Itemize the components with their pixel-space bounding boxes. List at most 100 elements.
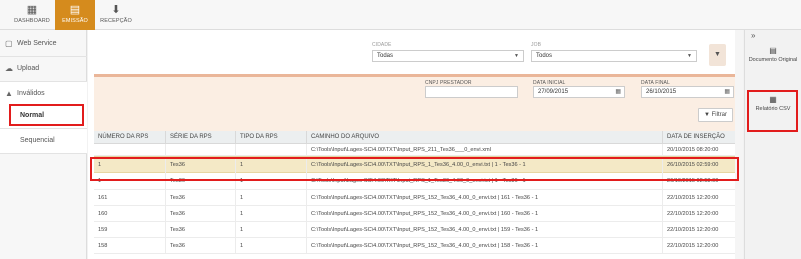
nav-emissao-label: EMISSÃO	[62, 18, 88, 24]
sidebar-item-web-service[interactable]: ▢ Web Service	[0, 32, 87, 56]
job-select[interactable]: Todos ▼	[531, 50, 697, 62]
relatorio-csv-button[interactable]: ▦ Relatório CSV	[748, 96, 798, 113]
table-cell	[94, 144, 166, 156]
data-final-input[interactable]: 26/10/2015 ▦	[641, 86, 734, 98]
table-cell: 22/10/2015 12:20:00	[667, 195, 719, 201]
sidebar: ▢ Web Service ☁ Upload ▲ Inválidos Norma…	[0, 30, 87, 259]
table-cell: 1	[236, 206, 307, 222]
table-cell: Tes36	[166, 222, 236, 238]
table-cell: 159	[94, 222, 166, 238]
filter-toggle-button[interactable]: ▼	[709, 44, 726, 66]
column-header[interactable]: CAMINHO DO ARQUIVO	[307, 131, 663, 144]
file-icon: ▢	[5, 39, 13, 48]
table-cell: C:\Tools\Input\Lages-SC\4.00\TXT\Input_R…	[307, 144, 663, 156]
calendar-icon[interactable]: ▦	[724, 87, 730, 97]
documento-original-button[interactable]: ▤ Documento Original	[748, 47, 798, 64]
table-row[interactable]: 1 Tes36 1 C:\Tools\Input\Lages-SC\4.00\TXT\…	[94, 173, 736, 190]
table-cell: 20/10/2015 08:20:00	[667, 147, 719, 153]
table-cell: Tes36	[166, 238, 236, 254]
sidebar-item-label: Web Service	[17, 40, 57, 47]
nav-recepcao[interactable]: ⬇ RECEPÇÃO	[96, 0, 136, 30]
table-cell: 1	[236, 222, 307, 238]
table-cell: Tes36	[166, 206, 236, 222]
document-icon: ▤	[69, 4, 81, 16]
scrollbar[interactable]	[735, 30, 743, 259]
filter-icon: ▼	[714, 51, 721, 58]
table-row-selected[interactable]: 1 Tes36 1 C:\Tools\Input\Lages-SC\4.00\TXT\…	[94, 156, 736, 174]
job-select-value: Todos	[536, 53, 553, 59]
warning-icon: ▲	[5, 89, 13, 98]
table-header: NÚMERO DA RPS SÉRIE DA RPS TIPO DA RPS C…	[94, 131, 736, 144]
nav-dashboard[interactable]: ▦ DASHBOARD	[10, 0, 54, 30]
table-cell: 22/10/2015 12:20:00	[667, 227, 719, 233]
table-cell: Tes36	[166, 157, 236, 174]
document-icon: ▤	[769, 46, 777, 55]
table-cell: C:\Tools\Input\Lages-SC\4.00\TXT\Input_R…	[307, 222, 663, 238]
documento-original-label: Documento Original	[748, 57, 798, 63]
table-cell: 161	[94, 190, 166, 206]
sidebar-item-upload[interactable]: ☁ Upload	[0, 57, 87, 81]
table-cell: 26/10/2015 02:58:00	[667, 178, 719, 184]
upload-icon: ☁	[5, 64, 13, 73]
sidebar-subitem-normal[interactable]: Normal	[0, 104, 87, 128]
table-cell: 26/10/2015 02:59:00	[667, 162, 719, 168]
chevron-down-icon: ▼	[514, 53, 519, 59]
job-label: JOB	[531, 42, 542, 48]
table-cell: 160	[94, 206, 166, 222]
table-cell	[236, 144, 307, 156]
table-cell: C:\Tools\Input\Lages-SC\4.00\TXT\Input_R…	[307, 206, 663, 222]
collapse-icon[interactable]: »	[751, 31, 755, 40]
table-cell: 1	[236, 190, 307, 206]
table-cell: Tes36	[166, 190, 236, 206]
table-cell: 1	[94, 173, 166, 190]
right-panel: » ▤ Documento Original ▦ Relatório CSV	[744, 30, 801, 259]
cidade-label: CIDADE	[372, 42, 392, 48]
filter-panel: CNPJ PRESTADOR DATA INICIAL 27/09/2015 ▦…	[94, 74, 736, 131]
table-cell: C:\Tools\Input\Lages-SC\4.00\TXT\Input_R…	[307, 157, 663, 174]
data-inicial-value: 27/09/2015	[538, 89, 569, 95]
column-header[interactable]: SÉRIE DA RPS	[166, 131, 236, 144]
cidade-select[interactable]: Todas ▼	[372, 50, 524, 62]
main-content: CIDADE Todas ▼ JOB Todos ▼ ▼ CNPJ PRESTA…	[88, 30, 743, 259]
sidebar-item-invalidos[interactable]: ▲ Inválidos	[0, 82, 87, 106]
data-final-value: 26/10/2015	[646, 89, 677, 95]
data-inicial-input[interactable]: 27/09/2015 ▦	[533, 86, 625, 98]
sidebar-item-label: Upload	[17, 65, 40, 72]
relatorio-csv-label: Relatório CSV	[755, 106, 791, 112]
table-row[interactable]: 161 Tes36 1 C:\Tools\Input\Lages-SC\4.00\TX…	[94, 190, 736, 206]
nav-recepcao-label: RECEPÇÃO	[100, 18, 132, 24]
sidebar-subitem-sequencial[interactable]: Sequencial	[0, 129, 87, 153]
table-cell: Tes36	[166, 173, 236, 190]
cidade-select-value: Todas	[377, 53, 394, 59]
table-cell: 158	[94, 238, 166, 254]
cnpj-input[interactable]	[425, 86, 518, 98]
table-row[interactable]: 158 Tes36 1 C:\Tools\Input\Lages-SC\4.00\TX…	[94, 238, 736, 254]
sidebar-item-label: Inválidos	[17, 90, 45, 97]
sidebar-subitem-label: Normal	[20, 112, 45, 119]
chevron-down-icon: ▼	[687, 53, 692, 59]
calendar-icon[interactable]: ▦	[615, 87, 621, 97]
filter-icon: ▼	[704, 112, 712, 118]
dashboard-icon: ▦	[26, 4, 38, 16]
filtrar-label: Filtrar	[711, 112, 727, 118]
sidebar-divider	[0, 153, 87, 154]
download-icon: ⬇	[111, 4, 121, 16]
table-cell: C:\Tools\Input\Lages-SC\4.00\TXT\Input_R…	[307, 190, 663, 206]
table-cell: 1	[94, 157, 166, 174]
table-cell: C:\Tools\Input\Lages-SC\4.00\TXT\Input_R…	[307, 238, 663, 254]
table-cell: 22/10/2015 12:20:00	[667, 243, 719, 249]
table-cell: 1	[236, 157, 307, 174]
table-row[interactable]: C:\Tools\Input\Lages-SC\4.00\TXT\Input_R…	[94, 144, 736, 156]
table-cell: 1	[236, 238, 307, 254]
column-header[interactable]: TIPO DA RPS	[236, 131, 307, 144]
nav-dashboard-label: DASHBOARD	[14, 18, 50, 24]
nav-emissao[interactable]: ▤ EMISSÃO	[55, 0, 95, 30]
table-row[interactable]: 159 Tes36 1 C:\Tools\Input\Lages-SC\4.00\TX…	[94, 222, 736, 238]
column-header[interactable]: DATA DE INSERÇÃO	[663, 131, 736, 144]
table-row[interactable]: 160 Tes36 1 C:\Tools\Input\Lages-SC\4.00\TX…	[94, 206, 736, 222]
filtrar-button[interactable]: ▼ Filtrar	[698, 108, 733, 122]
column-header[interactable]: NÚMERO DA RPS	[94, 131, 166, 144]
table-cell: C:\Tools\Input\Lages-SC\4.00\TXT\Input_R…	[307, 173, 663, 190]
sidebar-subitem-label: Sequencial	[20, 137, 55, 144]
table-cell	[166, 144, 236, 156]
